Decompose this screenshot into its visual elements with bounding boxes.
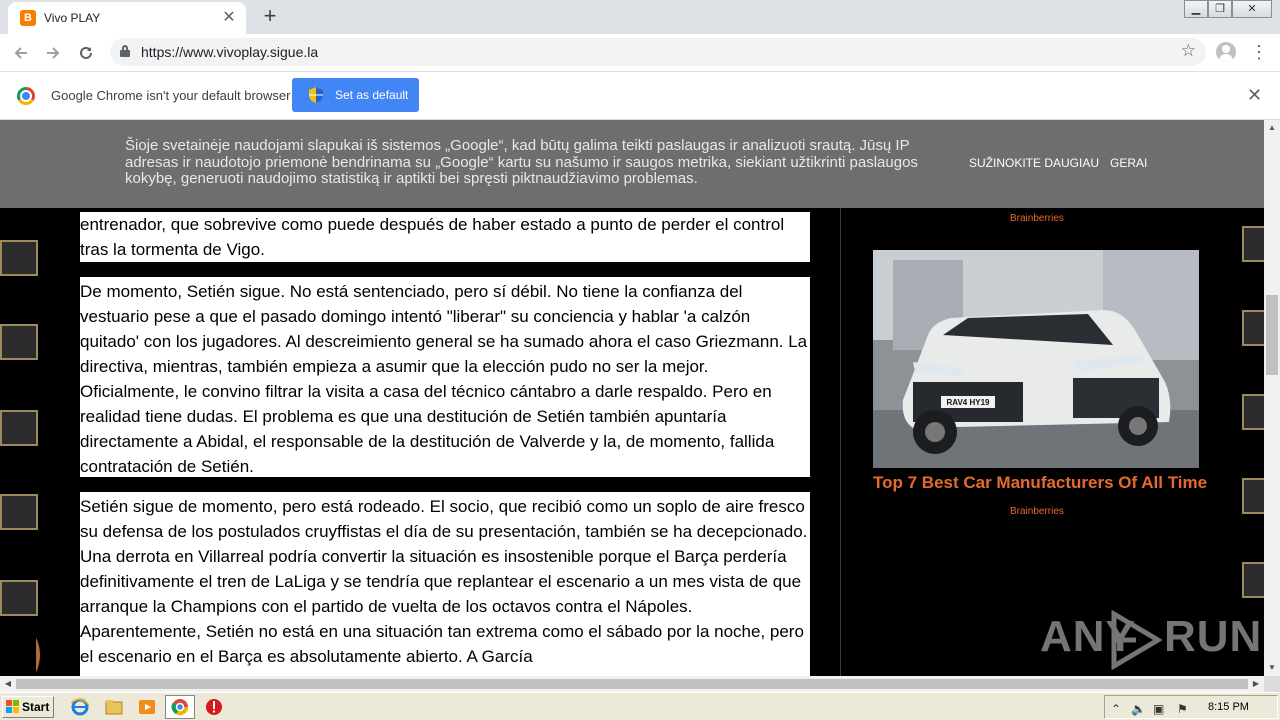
film-hole <box>1242 394 1264 430</box>
film-hole <box>1242 226 1264 262</box>
scroll-down-icon[interactable]: ▼ <box>1264 660 1280 676</box>
url-text[interactable]: https://www.vivoplay.sigue.la <box>141 44 318 60</box>
forward-arrow-icon <box>47 47 60 59</box>
film-hole <box>0 580 38 616</box>
back-arrow-icon <box>14 47 27 59</box>
left-film-strip-decoration <box>0 208 38 676</box>
browser-toolbar: https://www.vivoplay.sigue.la ☆ ⋮ <box>0 34 1280 72</box>
network-icon[interactable]: ▣ <box>1153 703 1167 715</box>
accept-cookies-button[interactable]: GERAI <box>1110 156 1147 170</box>
film-hole <box>0 410 38 446</box>
windows-taskbar: Start ⌃ 🔈 ▣ ⚑ 8:15 PM <box>0 692 1280 720</box>
chrome-logo-icon <box>17 87 35 105</box>
close-window-button[interactable]: ✕ <box>1232 0 1272 18</box>
film-hole <box>1242 310 1264 346</box>
infobar-close-icon[interactable]: ✕ <box>1247 85 1262 106</box>
reload-icon <box>80 46 92 59</box>
bookmark-star-icon[interactable]: ☆ <box>1181 41 1196 61</box>
system-tray: ⌃ 🔈 ▣ ⚑ <box>1104 695 1278 719</box>
article-paragraph: Setién sigue de momento, pero está rodea… <box>80 492 810 676</box>
sidebar-ad: Brainberries RAV4 HY19 Top 7 Best Car Ma… <box>840 208 1240 676</box>
scrollbar-corner <box>1264 676 1280 692</box>
address-bar[interactable]: https://www.vivoplay.sigue.la ☆ <box>110 38 1206 66</box>
file-explorer-icon[interactable] <box>104 697 124 717</box>
learn-more-button[interactable]: SUŽINOKITE DAUGIAU <box>969 156 1099 170</box>
internet-explorer-icon[interactable] <box>70 697 90 717</box>
start-button[interactable]: Start <box>2 696 54 718</box>
profile-avatar-icon[interactable] <box>1216 42 1236 62</box>
vertical-scroll-thumb[interactable] <box>1266 295 1278 375</box>
minimize-button[interactable]: ▁ <box>1184 0 1208 18</box>
film-hole <box>0 324 38 360</box>
tab-strip: B Vivo PLAY ✕ + ▁ ❐ ✕ <box>0 0 1280 34</box>
start-label: Start <box>22 700 50 714</box>
article-paragraph: entrenador, que sobrevive como puede des… <box>80 212 810 262</box>
forward-button[interactable] <box>40 40 66 66</box>
set-as-default-button[interactable]: Set as default <box>292 78 419 112</box>
horizontal-scroll-thumb[interactable] <box>16 679 1248 689</box>
cookie-consent-banner: Šioje svetainėje naudojami slapukai iš s… <box>0 120 1264 208</box>
windows-logo-icon <box>6 700 20 714</box>
tab-title: Vivo PLAY <box>44 11 101 25</box>
car-ad-image[interactable]: RAV4 HY19 <box>873 250 1199 468</box>
vertical-scrollbar[interactable]: ▲ ▼ <box>1264 120 1280 676</box>
brainberries-link[interactable]: Brainberries <box>1010 213 1064 224</box>
right-film-strip-decoration <box>1240 208 1264 676</box>
play-triangle-icon <box>1111 610 1162 670</box>
license-plate: RAV4 HY19 <box>947 398 991 407</box>
tab-vivo-play[interactable]: B Vivo PLAY ✕ <box>8 2 246 34</box>
reload-button[interactable] <box>73 40 99 66</box>
media-player-icon[interactable] <box>137 697 157 717</box>
scroll-left-icon[interactable]: ◀ <box>0 676 16 692</box>
film-hole <box>0 240 38 276</box>
suv-photo: RAV4 HY19 <box>873 250 1199 468</box>
chrome-taskbar-icon <box>171 699 189 716</box>
taskbar-chrome-button[interactable] <box>165 695 195 719</box>
cookie-notice-text: Šioje svetainėje naudojami slapukai iš s… <box>125 137 918 187</box>
volume-icon[interactable]: 🔈 <box>1131 703 1146 715</box>
film-hole <box>0 494 38 530</box>
film-hole <box>1242 478 1264 514</box>
taskbar-clock[interactable]: 8:15 PM <box>1208 701 1249 713</box>
restore-button[interactable]: ❐ <box>1208 0 1232 18</box>
stop-error-icon[interactable] <box>204 697 224 717</box>
action-center-flag-icon[interactable]: ⚑ <box>1177 703 1191 715</box>
chrome-menu-icon[interactable]: ⋮ <box>1250 41 1268 63</box>
lock-icon[interactable] <box>120 45 130 57</box>
blogger-favicon-icon: B <box>20 10 36 26</box>
new-tab-button[interactable]: + <box>258 5 282 29</box>
scroll-up-icon[interactable]: ▲ <box>1264 120 1280 136</box>
uac-shield-icon <box>309 87 323 103</box>
article-paragraph: De momento, Setién sigue. No está senten… <box>80 277 810 477</box>
watermark-right: RUN <box>1164 612 1263 661</box>
horizontal-scrollbar[interactable]: ◀ ▶ <box>0 676 1264 692</box>
tab-close-icon[interactable]: ✕ <box>220 9 238 27</box>
default-browser-infobar: Google Chrome isn't your default browser… <box>0 72 1280 120</box>
infobar-message: Google Chrome isn't your default browser <box>51 88 291 103</box>
film-hole <box>1242 562 1264 598</box>
set-as-default-label: Set as default <box>335 88 409 102</box>
show-hidden-icons-icon[interactable]: ⌃ <box>1111 703 1125 715</box>
scroll-right-icon[interactable]: ▶ <box>1248 676 1264 692</box>
brainberries-link[interactable]: Brainberries <box>1010 506 1064 517</box>
back-button[interactable] <box>8 40 34 66</box>
page-viewport: entrenador, que sobrevive como puede des… <box>0 120 1264 676</box>
ad-title-link[interactable]: Top 7 Best Car Manufacturers Of All Time <box>873 473 1207 493</box>
